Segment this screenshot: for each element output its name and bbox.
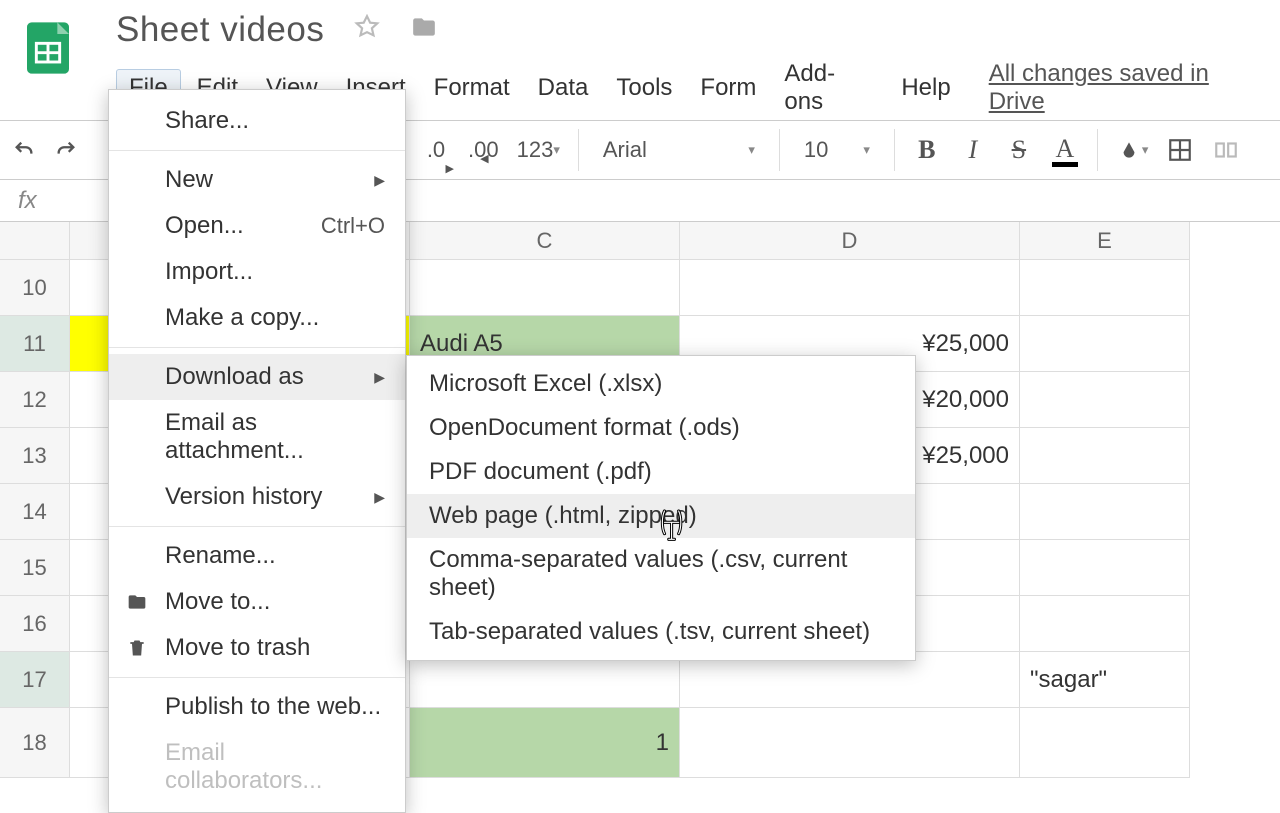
- cell[interactable]: [680, 260, 1020, 316]
- menu-rename[interactable]: Rename...: [109, 533, 405, 579]
- menu-new[interactable]: New▶: [109, 157, 405, 203]
- chevron-down-icon: ▾: [553, 142, 560, 158]
- cell[interactable]: [1020, 484, 1190, 540]
- font-size-select[interactable]: 10▾: [798, 137, 876, 163]
- row-header[interactable]: 17: [0, 652, 70, 708]
- menu-form[interactable]: Form: [688, 70, 768, 106]
- fx-label: fx: [18, 187, 68, 215]
- chevron-right-icon: ▶: [374, 369, 385, 386]
- cell[interactable]: [1020, 260, 1190, 316]
- star-icon[interactable]: [354, 14, 380, 46]
- file-menu-dropdown: Share... New▶ Open...Ctrl+O Import... Ma…: [108, 89, 406, 813]
- submenu-html[interactable]: Web page (.html, zipped): [407, 494, 915, 538]
- submenu-ods[interactable]: OpenDocument format (.ods): [407, 406, 915, 450]
- menu-version-history[interactable]: Version history▶: [109, 474, 405, 520]
- col-header-c[interactable]: C: [410, 222, 680, 260]
- sheets-logo-icon[interactable]: [20, 20, 76, 76]
- cell[interactable]: 1: [410, 708, 680, 778]
- folder-icon: [125, 592, 149, 612]
- fill-color-button[interactable]: ▾: [1116, 131, 1149, 169]
- menu-publish-web[interactable]: Publish to the web...: [109, 684, 405, 730]
- bold-button[interactable]: B: [913, 131, 941, 169]
- menu-tools[interactable]: Tools: [604, 70, 684, 106]
- submenu-tsv[interactable]: Tab-separated values (.tsv, current shee…: [407, 610, 915, 654]
- cell[interactable]: [410, 260, 680, 316]
- cell[interactable]: "sagar": [1020, 652, 1190, 708]
- menu-open[interactable]: Open...Ctrl+O: [109, 203, 405, 249]
- download-as-submenu: Microsoft Excel (.xlsx) OpenDocument for…: [406, 355, 916, 661]
- cell[interactable]: [1020, 596, 1190, 652]
- submenu-csv[interactable]: Comma-separated values (.csv, current sh…: [407, 538, 915, 610]
- row-header[interactable]: 14: [0, 484, 70, 540]
- redo-button[interactable]: [52, 131, 80, 169]
- merge-cells-button[interactable]: [1212, 131, 1240, 169]
- font-select[interactable]: Arial▾: [597, 137, 761, 163]
- menu-move-trash[interactable]: Move to trash: [109, 625, 405, 671]
- row-header[interactable]: 13: [0, 428, 70, 484]
- row-header[interactable]: 15: [0, 540, 70, 596]
- chevron-right-icon: ▶: [374, 172, 385, 189]
- decrease-decimal-button[interactable]: .0 ▶: [422, 131, 450, 169]
- row-header[interactable]: 10: [0, 260, 70, 316]
- italic-button[interactable]: I: [959, 131, 987, 169]
- menu-share[interactable]: Share...: [109, 98, 405, 144]
- chevron-down-icon: ▾: [863, 142, 870, 158]
- menu-make-copy[interactable]: Make a copy...: [109, 295, 405, 341]
- row-header[interactable]: 18: [0, 708, 70, 778]
- menu-download-as[interactable]: Download as▶: [109, 354, 405, 400]
- cell[interactable]: [1020, 540, 1190, 596]
- borders-button[interactable]: [1166, 131, 1194, 169]
- row-header[interactable]: 11: [0, 316, 70, 372]
- cell[interactable]: [1020, 708, 1190, 778]
- folder-icon[interactable]: [410, 14, 438, 46]
- col-header-e[interactable]: E: [1020, 222, 1190, 260]
- menu-import[interactable]: Import...: [109, 249, 405, 295]
- strikethrough-button[interactable]: S: [1005, 131, 1033, 169]
- col-header-d[interactable]: D: [680, 222, 1020, 260]
- document-title[interactable]: Sheet videos: [116, 10, 324, 50]
- number-format-button[interactable]: 123 ▾: [517, 131, 560, 169]
- menu-data[interactable]: Data: [526, 70, 601, 106]
- menu-addons[interactable]: Add-ons: [772, 56, 885, 120]
- row-header[interactable]: 12: [0, 372, 70, 428]
- submenu-xlsx[interactable]: Microsoft Excel (.xlsx): [407, 362, 915, 406]
- corner-cell[interactable]: [0, 222, 70, 260]
- menu-help[interactable]: Help: [889, 70, 962, 106]
- cell[interactable]: [1020, 372, 1190, 428]
- menu-email-attachment[interactable]: Email as attachment...: [109, 400, 405, 474]
- row-header[interactable]: 16: [0, 596, 70, 652]
- chevron-right-icon: ▶: [374, 489, 385, 506]
- cell[interactable]: [1020, 428, 1190, 484]
- menu-email-collab: Email collaborators...: [109, 730, 405, 804]
- text-color-button[interactable]: A: [1051, 131, 1079, 169]
- cell[interactable]: [680, 708, 1020, 778]
- menu-format[interactable]: Format: [422, 70, 522, 106]
- cell[interactable]: [1020, 316, 1190, 372]
- chevron-down-icon: ▾: [748, 142, 755, 158]
- submenu-pdf[interactable]: PDF document (.pdf): [407, 450, 915, 494]
- trash-icon: [125, 637, 149, 659]
- menu-move-to[interactable]: Move to...: [109, 579, 405, 625]
- undo-button[interactable]: [10, 131, 38, 169]
- save-status[interactable]: All changes saved in Drive: [989, 60, 1270, 116]
- increase-decimal-button[interactable]: .00 ◀: [468, 131, 499, 169]
